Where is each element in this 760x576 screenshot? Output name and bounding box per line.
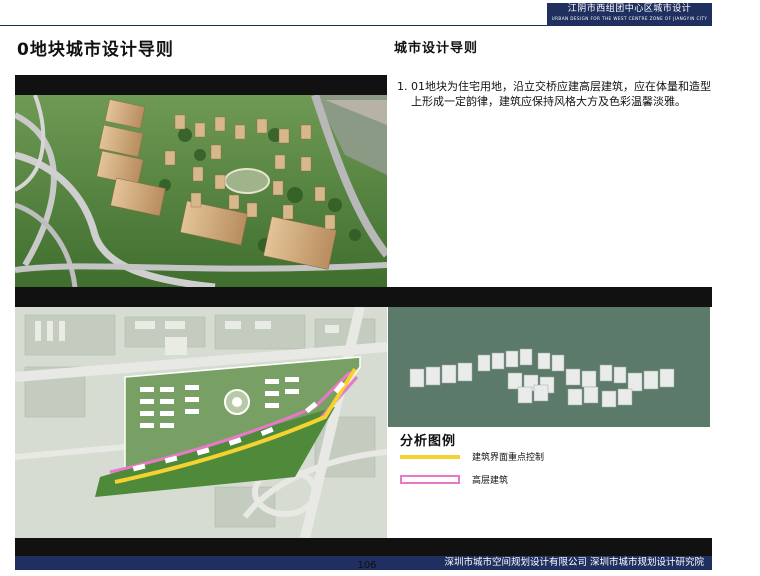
page-number: 106 [357, 560, 377, 571]
section-title: 城市设计导则 [394, 41, 479, 56]
site-plan-image [15, 307, 387, 538]
guideline-number: 1. [397, 80, 408, 93]
legend-label: 建筑界面重点控制 [472, 453, 545, 463]
legend-item-frontage-control: 建筑界面重点控制 [400, 450, 544, 463]
project-title-en: URBAN DESIGN FOR THE WEST CENTRE ZONE OF… [551, 16, 708, 21]
page-title: 0地块城市设计导则 [17, 40, 174, 60]
massing-model-image [388, 307, 710, 427]
guideline-item: 1. 01地块为住宅用地，沿立交桥应建高层建筑，应在体量和造型上形成一定韵律，建… [397, 80, 717, 109]
footer-organizations: 深圳市城市空间规划设计有限公司 深圳市城市规划设计研究院 [444, 557, 704, 568]
black-band-top [15, 75, 387, 95]
project-banner: 江阴市西组团中心区城市设计 URBAN DESIGN FOR THE WEST … [547, 3, 712, 25]
header-rule [0, 25, 712, 26]
legend-label: 高层建筑 [472, 476, 509, 486]
legend-title: 分析图例 [400, 434, 457, 449]
aerial-rendering-image [15, 95, 387, 287]
legend-item-high-rise: 高层建筑 [400, 473, 508, 486]
black-band-middle [15, 287, 712, 307]
guideline-text: 01地块为住宅用地，沿立交桥应建高层建筑，应在体量和造型上形成一定韵律，建筑应保… [411, 80, 711, 108]
black-band-bottom [15, 538, 712, 556]
yellow-line-swatch [400, 454, 460, 459]
pink-outline-swatch [400, 475, 460, 484]
project-title-cn: 江阴市西组团中心区城市设计 [567, 4, 692, 14]
